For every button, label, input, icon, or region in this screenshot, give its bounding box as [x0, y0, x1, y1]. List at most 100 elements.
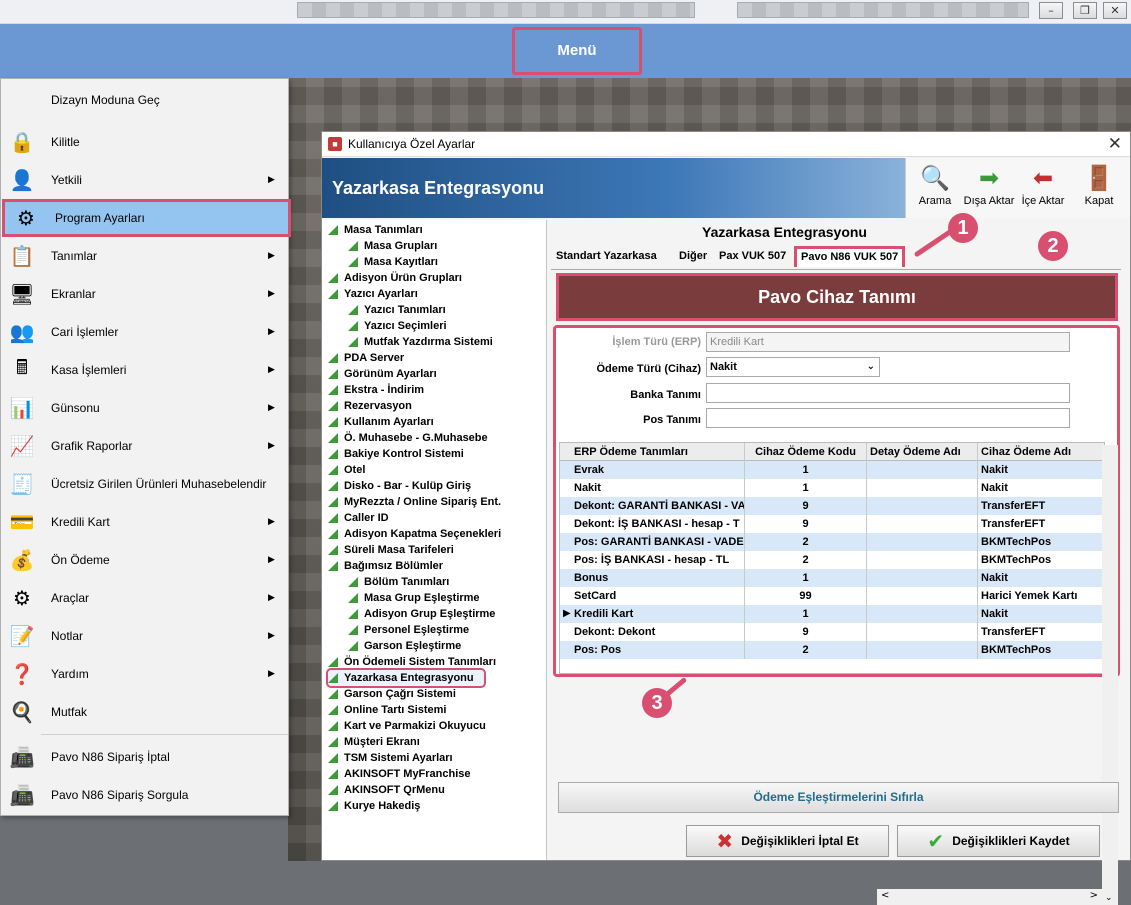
table-row[interactable]: Pos: GARANTİ BANKASI - VADES 2 BKMTechPos: [560, 533, 1104, 551]
menu-item-yard-m[interactable]: ❓ Yardım ▶: [1, 655, 288, 693]
grid-column-header[interactable]: Cihaz Ödeme Kodu: [745, 443, 867, 461]
grid-cell[interactable]: [867, 605, 978, 623]
reset-mappings-button[interactable]: Ödeme Eşleştirmelerini Sıfırla: [558, 782, 1119, 813]
menu-item-pavo-n86-sipari-i-ptal[interactable]: 📠 Pavo N86 Sipariş İptal: [1, 738, 288, 776]
grid-cell[interactable]: Bonus: [560, 569, 745, 587]
tree-node[interactable]: Yazıcı Seçimleri: [348, 318, 447, 334]
menu-item-cari-i-lemler[interactable]: 👥 Cari İşlemler ▶: [1, 313, 288, 351]
grid-cell[interactable]: 2: [745, 551, 867, 569]
tree-node[interactable]: Masa Tanımları: [328, 222, 423, 238]
import-tool-button[interactable]: ⬅ İçe Aktar: [1016, 161, 1070, 215]
grid-cell[interactable]: 1: [745, 605, 867, 623]
cancel-changes-button[interactable]: ✖ Değişiklikleri İptal Et: [686, 825, 889, 857]
close-window-icon[interactable]: ✕: [1103, 2, 1127, 19]
grid-cell[interactable]: Pos: GARANTİ BANKASI - VADES: [560, 533, 745, 551]
menu-item-g-nsonu[interactable]: 📊 Günsonu ▶: [1, 389, 288, 427]
grid-cell[interactable]: TransferEFT: [978, 515, 1104, 533]
tree-node[interactable]: Yazıcı Ayarları: [328, 286, 418, 302]
table-row[interactable]: Pos: İŞ BANKASI - hesap - TL 2 BKMTechPos: [560, 551, 1104, 569]
grid-cell[interactable]: BKMTechPos: [978, 533, 1104, 551]
tab-2[interactable]: Pax VUK 507: [719, 250, 786, 262]
tree-node[interactable]: Adisyon Ürün Grupları: [328, 270, 462, 286]
grid-column-header[interactable]: ERP Ödeme Tanımları: [560, 443, 745, 461]
tree-node[interactable]: MyRezzta / Online Sipariş Ent.: [328, 494, 501, 510]
bank-field[interactable]: [706, 383, 1070, 403]
menu-item-cretsiz-girilen-r-nleri-muhasebelendir[interactable]: 🧾 Ücretsiz Girilen Ürünleri Muhasebelendi…: [1, 465, 288, 503]
grid-cell[interactable]: [867, 641, 978, 659]
menu-item-mutfak[interactable]: 🍳 Mutfak: [1, 693, 288, 731]
grid-cell[interactable]: Dekont: Dekont: [560, 623, 745, 641]
tree-node[interactable]: Garson Eşleştirme: [348, 638, 461, 654]
grid-cell[interactable]: [867, 623, 978, 641]
tree-node[interactable]: Garson Çağrı Sistemi: [328, 686, 456, 702]
grid-cell[interactable]: 1: [745, 569, 867, 587]
tree-node[interactable]: Ö. Muhasebe - G.Muhasebe: [328, 430, 488, 446]
tree-node[interactable]: Personel Eşleştirme: [348, 622, 469, 638]
grid-cell[interactable]: BKMTechPos: [978, 641, 1104, 659]
table-row[interactable]: Dekont: Dekont 9 TransferEFT: [560, 623, 1104, 641]
tree-node[interactable]: PDA Server: [328, 350, 404, 366]
scroll-left-icon[interactable]: <: [881, 890, 889, 901]
grid-cell[interactable]: SetCard: [560, 587, 745, 605]
menu-item-yetkili[interactable]: 👤 Yetkili ▶: [1, 161, 288, 199]
menu-item-kasa-i-lemleri[interactable]: 🖩 Kasa İşlemleri ▶: [1, 351, 288, 389]
grid-column-header[interactable]: Cihaz Ödeme Adı: [978, 443, 1104, 461]
table-row[interactable]: Kredili Kart 1 Nakit ▶: [560, 605, 1104, 623]
table-row[interactable]: Nakit 1 Nakit: [560, 479, 1104, 497]
grid-cell[interactable]: 99: [745, 587, 867, 605]
tree-node[interactable]: Yazarkasa Entegrasyonu: [326, 668, 486, 688]
search-tool-button[interactable]: 🔍 Arama: [908, 161, 962, 215]
menu-item-kredili-kart[interactable]: 💳 Kredili Kart ▶: [1, 503, 288, 541]
tree-node[interactable]: Ön Ödemeli Sistem Tanımları: [328, 654, 496, 670]
grid-cell[interactable]: 1: [745, 461, 867, 479]
grid-cell[interactable]: [867, 587, 978, 605]
table-row[interactable]: Evrak 1 Nakit: [560, 461, 1104, 479]
tree-node[interactable]: AKINSOFT MyFranchise: [328, 766, 471, 782]
tree-node[interactable]: Görünüm Ayarları: [328, 366, 437, 382]
grid-cell[interactable]: [867, 515, 978, 533]
minimize-icon[interactable]: –: [1039, 2, 1063, 19]
menu-item-notlar[interactable]: 📝 Notlar ▶: [1, 617, 288, 655]
grid-cell[interactable]: [867, 497, 978, 515]
tree-node[interactable]: Mutfak Yazdırma Sistemi: [348, 334, 493, 350]
menu-item-dizayn-moduna-ge[interactable]: Dizayn Moduna Geç: [1, 81, 288, 119]
tree-node[interactable]: Müşteri Ekranı: [328, 734, 420, 750]
tree-node[interactable]: Online Tartı Sistemi: [328, 702, 447, 718]
grid-cell[interactable]: Nakit: [978, 605, 1104, 623]
restore-icon[interactable]: ❐: [1073, 2, 1097, 19]
tab-3[interactable]: Pavo N86 VUK 507: [794, 246, 906, 267]
table-row[interactable]: Bonus 1 Nakit: [560, 569, 1104, 587]
menu-item-ara-lar[interactable]: ⚙ Araçlar ▶: [1, 579, 288, 617]
grid-column-header[interactable]: Detay Ödeme Adı: [867, 443, 978, 461]
menu-item-ekranlar[interactable]: 🖥 Ekranlar ▶: [1, 275, 288, 313]
grid-cell[interactable]: [867, 569, 978, 587]
grid-cell[interactable]: TransferEFT: [978, 497, 1104, 515]
grid-cell[interactable]: Nakit: [978, 569, 1104, 587]
tree-node[interactable]: Bağımsız Bölümler: [328, 558, 443, 574]
menu-item-program-ayarlar[interactable]: ⚙ Program Ayarları: [2, 199, 291, 237]
pos-field[interactable]: [706, 408, 1070, 428]
grid-cell[interactable]: 9: [745, 497, 867, 515]
grid-cell[interactable]: 9: [745, 623, 867, 641]
horizontal-scrollbar[interactable]: < >: [877, 889, 1102, 905]
menu-button[interactable]: Menü: [512, 27, 642, 75]
tree-node[interactable]: Kullanım Ayarları: [328, 414, 434, 430]
grid-cell[interactable]: 9: [745, 515, 867, 533]
menu-item-kilitle[interactable]: 🔒 Kilitle: [1, 123, 288, 161]
grid-cell[interactable]: Nakit: [978, 461, 1104, 479]
grid-cell[interactable]: [867, 461, 978, 479]
tree-node[interactable]: Bakiye Kontrol Sistemi: [328, 446, 464, 462]
tree-node[interactable]: Kart ve Parmakizi Okuyucu: [328, 718, 486, 734]
grid-cell[interactable]: [867, 551, 978, 569]
grid-cell[interactable]: Dekont: İŞ BANKASI - hesap - T: [560, 515, 745, 533]
close-tool-button[interactable]: 🚪 Kapat: [1072, 161, 1126, 215]
tree-node[interactable]: Yazıcı Tanımları: [348, 302, 446, 318]
tree-node[interactable]: Rezervasyon: [328, 398, 412, 414]
tree-node[interactable]: Süreli Masa Tarifeleri: [328, 542, 454, 558]
transaction-type-field[interactable]: Kredili Kart: [706, 332, 1070, 352]
grid-cell[interactable]: Evrak: [560, 461, 745, 479]
grid-cell[interactable]: [867, 479, 978, 497]
tree-node[interactable]: Disko - Bar - Kulüp Giriş: [328, 478, 471, 494]
scroll-right-icon[interactable]: >: [1090, 890, 1098, 901]
grid-cell[interactable]: Nakit: [560, 479, 745, 497]
